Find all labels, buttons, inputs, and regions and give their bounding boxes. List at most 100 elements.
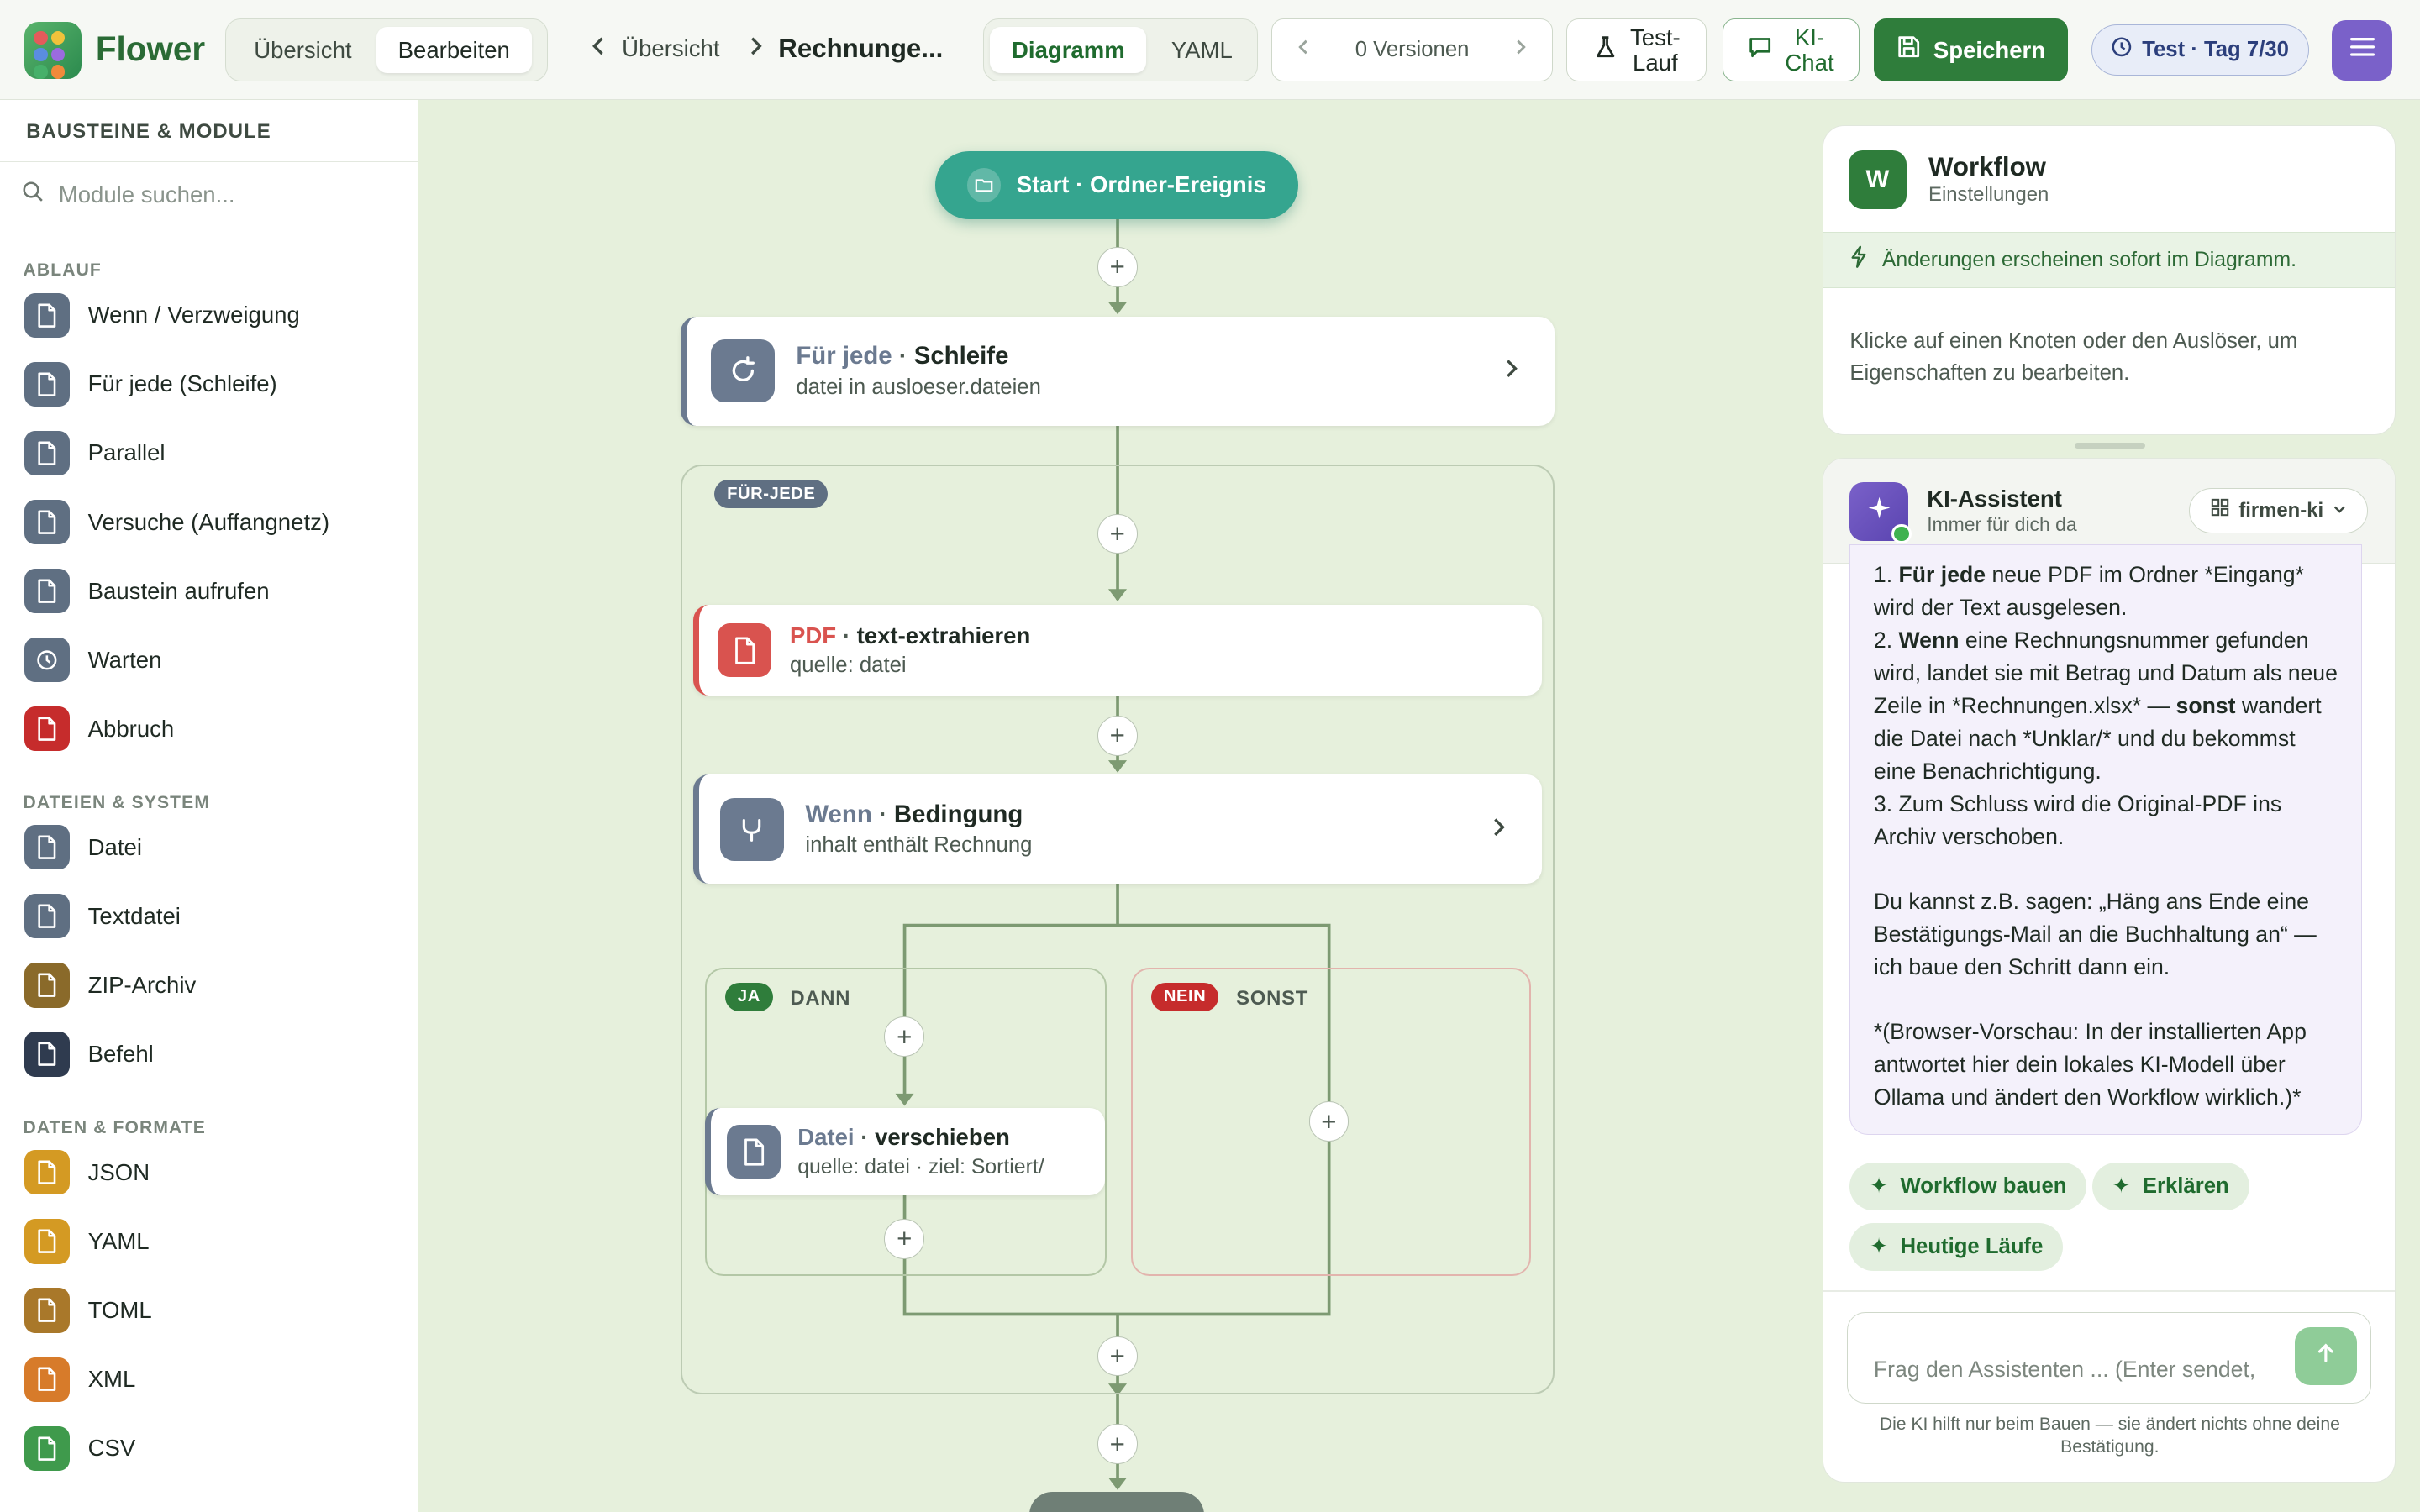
sidebar-module-item[interactable]: Für jede (Schleife) bbox=[0, 349, 418, 418]
sidebar-module-label: Parallel bbox=[87, 439, 166, 466]
message-step-1: 1. Für jede neue PDF im Ordner *Eingang*… bbox=[1873, 562, 2304, 620]
module-search[interactable]: Module suchen... bbox=[0, 162, 418, 228]
loop-node[interactable]: Für jede · Schleife datei in ausloeser.d… bbox=[680, 316, 1555, 426]
sidebar-module-item[interactable]: Befehl bbox=[0, 1020, 418, 1089]
sidebar-module-label: Baustein aufrufen bbox=[87, 577, 270, 604]
sparkle-icon: ✦ bbox=[1870, 1235, 1888, 1259]
chevron-right-icon[interactable] bbox=[1512, 38, 1530, 62]
model-selector[interactable]: firmen-ki bbox=[2189, 488, 2369, 533]
trial-badge[interactable]: Test · Tag 7/30 bbox=[2091, 24, 2309, 76]
node-kind: Für jede bbox=[796, 342, 892, 370]
sidebar-module-label: Datei bbox=[87, 833, 142, 860]
sidebar-module-item[interactable]: Baustein aufrufen bbox=[0, 557, 418, 626]
node-title: Schleife bbox=[913, 342, 1009, 370]
move-file-node[interactable]: Datei · verschieben quelle: datei · ziel… bbox=[705, 1107, 1106, 1196]
file-icon bbox=[24, 292, 70, 338]
then-label: DANN bbox=[790, 987, 851, 1011]
chevron-left-icon[interactable] bbox=[1294, 38, 1313, 62]
file-icon bbox=[717, 623, 771, 678]
test-run-button[interactable]: Test- Lauf bbox=[1566, 18, 1707, 82]
breadcrumb-current: Rechnunge... bbox=[778, 34, 944, 64]
add-step-button[interactable]: + bbox=[1097, 1424, 1138, 1464]
ai-chat-button[interactable]: KI- Chat bbox=[1722, 18, 1860, 82]
clock-icon bbox=[2111, 36, 2133, 64]
search-input[interactable]: Module suchen... bbox=[59, 181, 235, 208]
ai-assistant-panel: KI-Assistent Immer für dich da firmen-ki… bbox=[1823, 458, 2396, 1483]
sparkle-icon: ✦ bbox=[2112, 1174, 2131, 1199]
tab-overview[interactable]: Übersicht bbox=[233, 27, 374, 73]
add-step-button[interactable]: + bbox=[1308, 1101, 1349, 1142]
chevron-right-icon[interactable] bbox=[1489, 815, 1511, 846]
node-detail: inhalt enthält Rechnung bbox=[805, 833, 1033, 858]
add-step-button[interactable]: + bbox=[1097, 716, 1138, 756]
save-button[interactable]: Speichern bbox=[1873, 18, 2069, 82]
node-title: text-extrahieren bbox=[856, 622, 1031, 648]
file-icon bbox=[24, 1032, 70, 1077]
notice-text: Änderungen erscheinen sofort im Diagramm… bbox=[1881, 248, 2297, 271]
file-icon bbox=[726, 1124, 781, 1179]
sidebar-module-item[interactable]: Datei bbox=[0, 813, 418, 882]
chevron-down-icon bbox=[2333, 499, 2347, 522]
suggestion-chip[interactable]: ✦ Heutige Läufe bbox=[1849, 1222, 2064, 1271]
sidebar-module-item[interactable]: TOML bbox=[0, 1276, 418, 1345]
chevron-right-icon[interactable] bbox=[1502, 356, 1523, 387]
sidebar-module-label: Abbruch bbox=[87, 715, 175, 742]
add-step-button[interactable]: + bbox=[884, 1218, 925, 1259]
sparkle-icon: ✦ bbox=[1870, 1174, 1888, 1199]
node-detail: quelle: datei bbox=[790, 654, 907, 678]
end-node[interactable] bbox=[1029, 1492, 1204, 1512]
tab-yaml[interactable]: YAML bbox=[1150, 27, 1254, 73]
menu-button[interactable] bbox=[2332, 19, 2392, 81]
save-label: Speichern bbox=[1933, 36, 2046, 63]
file-icon bbox=[24, 706, 70, 752]
send-button[interactable] bbox=[2295, 1326, 2357, 1386]
file-icon bbox=[24, 499, 70, 545]
start-trigger[interactable]: Start · Ordner-Ereignis bbox=[935, 150, 1298, 219]
suggestion-chip[interactable]: ✦ Workflow bauen bbox=[1849, 1163, 2087, 1210]
suggestion-chip[interactable]: ✦ Erklären bbox=[2091, 1163, 2249, 1210]
breadcrumb-back[interactable]: Übersicht bbox=[622, 35, 719, 62]
sidebar-module-item[interactable]: XML bbox=[0, 1345, 418, 1414]
sidebar-module-item[interactable]: Warten bbox=[0, 626, 418, 695]
tab-diagram[interactable]: Diagramm bbox=[990, 27, 1147, 74]
add-step-button[interactable]: + bbox=[884, 1016, 925, 1058]
chat-input[interactable]: Frag den Assistenten ... (Enter sendet, bbox=[1846, 1312, 2372, 1404]
mode-tabs: Diagramm YAML bbox=[982, 18, 1258, 82]
sidebar-module-item[interactable]: ZIP-Archiv bbox=[0, 951, 418, 1020]
sidebar-module-item[interactable]: Versuche (Auffangnetz) bbox=[0, 488, 418, 557]
model-name: firmen-ki bbox=[2238, 499, 2324, 522]
add-step-button[interactable]: + bbox=[1097, 513, 1138, 554]
divider bbox=[1823, 1290, 2395, 1293]
message-step-2: 2. Wenn eine Rechnungsnummer gefunden wi… bbox=[1873, 627, 2338, 784]
sidebar-module-item[interactable]: YAML bbox=[0, 1207, 418, 1276]
tab-edit[interactable]: Bearbeiten bbox=[376, 27, 532, 74]
sidebar-module-item[interactable]: CSV bbox=[0, 1414, 418, 1483]
sidebar-module-item[interactable]: Wenn / Verzweigung bbox=[0, 281, 418, 349]
sidebar-module-label: XML bbox=[87, 1366, 136, 1393]
assistant-disclaimer: Die KI hilft nur beim Bauen — sie ändert… bbox=[1879, 1415, 2340, 1457]
version-switcher: 0 Versionen bbox=[1271, 18, 1553, 82]
resize-handle[interactable] bbox=[2074, 443, 2145, 449]
add-step-button[interactable]: + bbox=[1097, 1336, 1138, 1377]
sidebar-module-item[interactable]: Parallel bbox=[0, 418, 418, 487]
file-icon bbox=[24, 361, 70, 407]
loop-icon bbox=[711, 339, 775, 403]
node-sep: · bbox=[860, 1124, 869, 1151]
add-step-button[interactable]: + bbox=[1097, 246, 1138, 287]
start-label: Start · Ordner-Ereignis bbox=[1016, 171, 1266, 198]
sidebar-module-item[interactable]: Textdatei bbox=[0, 882, 418, 951]
sidebar-module-item[interactable]: JSON bbox=[0, 1138, 418, 1207]
workflow-hint: Klicke auf einen Knoten oder den Auslöse… bbox=[1849, 328, 2298, 386]
file-icon bbox=[24, 1150, 70, 1195]
sidebar-section-title: DATEN & FORMATE bbox=[23, 1117, 206, 1137]
ai-chat-label: KI- Chat bbox=[1785, 24, 1834, 76]
flask-icon bbox=[1593, 34, 1618, 65]
condition-node[interactable]: Wenn · Bedingung inhalt enthält Rechnung bbox=[692, 774, 1542, 885]
file-icon bbox=[24, 1219, 70, 1264]
chevron-left-icon[interactable] bbox=[588, 35, 610, 63]
else-label: SONST bbox=[1236, 987, 1309, 1011]
file-icon bbox=[24, 1425, 70, 1471]
sidebar-module-item[interactable]: Abbruch bbox=[0, 695, 418, 764]
menu-icon bbox=[2349, 36, 2376, 65]
pdf-node[interactable]: PDF · text-extrahieren quelle: datei bbox=[692, 604, 1542, 696]
